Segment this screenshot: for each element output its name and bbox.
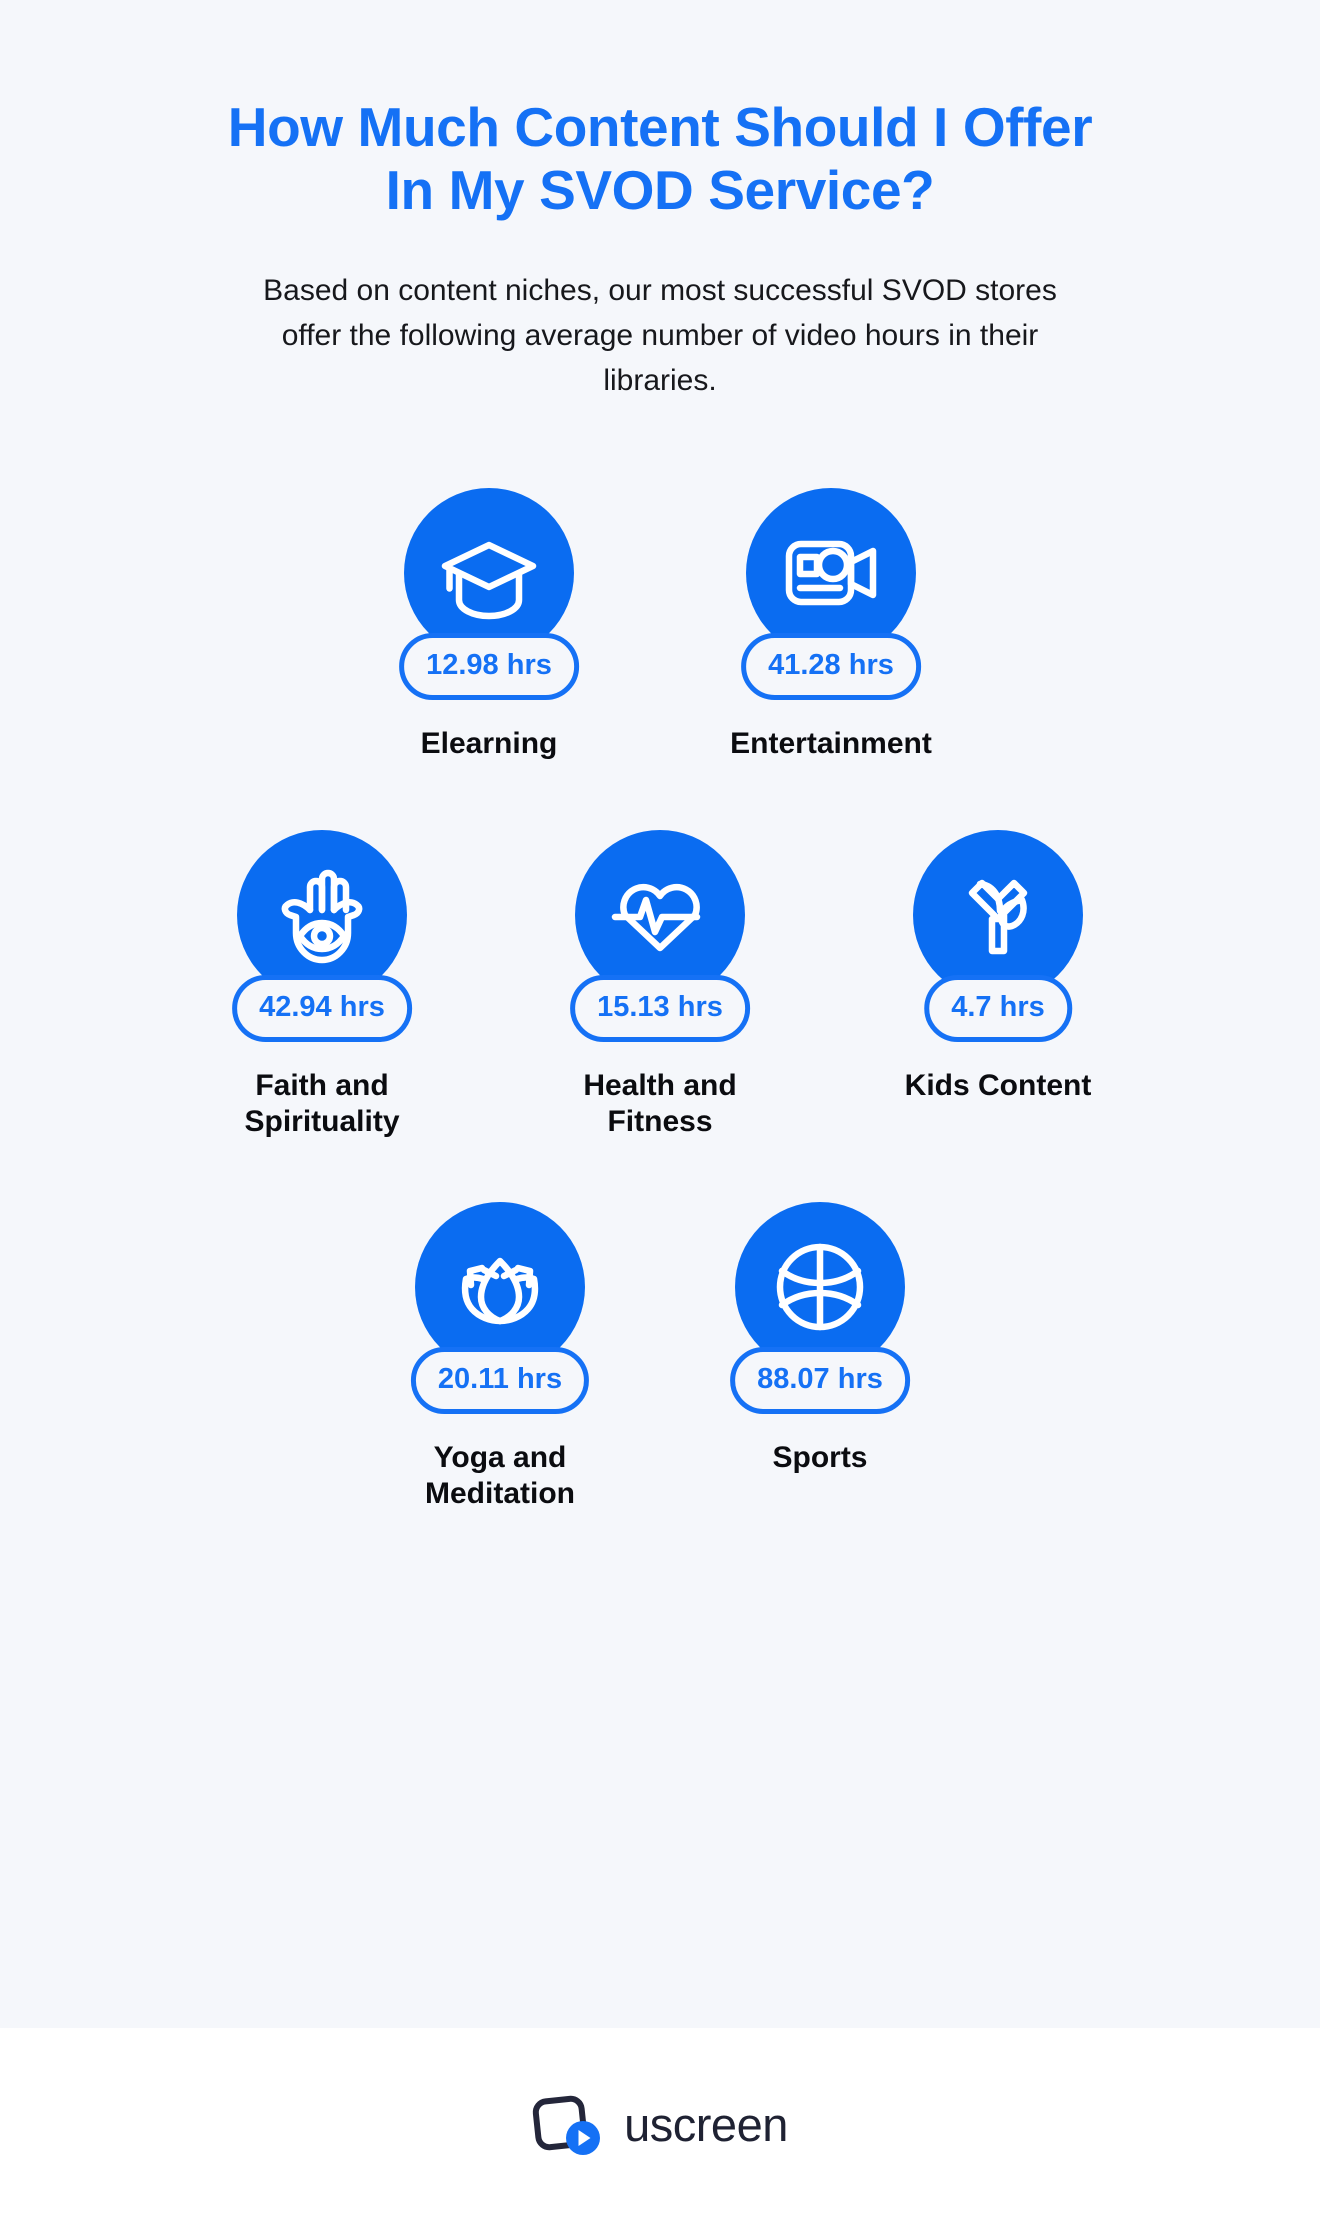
niche-icon-wrap: 42.94 hrs [232, 830, 412, 1043]
niche-label: Elearning [420, 727, 558, 761]
uscreen-play-logo-icon [532, 2095, 601, 2155]
niche-card-health-and-fitness: 15.13 hrs Health and Fitness [540, 830, 780, 1140]
niche-label: Health and Fitness [583, 1069, 737, 1139]
niche-icon-wrap: 20.11 hrs [410, 1202, 590, 1415]
value-badge: 20.11 hrs [410, 1347, 590, 1415]
niche-card-entertainment: 41.28 hrs Entertainment [711, 488, 951, 762]
niche-icon-wrap: 12.98 hrs [399, 488, 579, 701]
hamsa-hand-icon [281, 870, 363, 964]
value-badge: 42.94 hrs [232, 975, 412, 1043]
value-badge: 12.98 hrs [399, 633, 579, 701]
niche-label: Sports [772, 1441, 868, 1475]
niche-icon-wrap: 4.7 hrs [913, 830, 1083, 1043]
niche-card-faith-and-spirituality: 42.94 hrs Faith and Spirituality [202, 830, 442, 1140]
niche-row-1: 12.98 hrs Elearning 41.28 hrs Entertainm… [0, 488, 1320, 762]
infographic-canvas: How Much Content Should I Offer In My SV… [0, 0, 1320, 2028]
infographic-page: How Much Content Should I Offer In My SV… [0, 0, 1320, 2220]
niche-card-elearning: 12.98 hrs Elearning [369, 488, 609, 762]
niche-label: Kids Content [904, 1069, 1092, 1103]
niche-label: Yoga and Meditation [425, 1441, 575, 1511]
page-title: How Much Content Should I Offer In My SV… [227, 96, 1093, 221]
niche-card-sports: 88.07 hrs Sports [700, 1202, 940, 1476]
niche-icon-wrap: 88.07 hrs [730, 1202, 910, 1415]
niche-card-kids-content: 4.7 hrs Kids Content [878, 830, 1118, 1104]
lotus-flower-icon [461, 1258, 539, 1325]
niche-label: Entertainment [730, 727, 932, 761]
page-subtitle: Based on content niches, our most succes… [263, 274, 1057, 397]
graduation-cap-icon [441, 542, 537, 620]
niche-icon-wrap: 41.28 hrs [741, 488, 921, 701]
niche-label: Faith and Spirituality [244, 1069, 400, 1139]
value-badge: 41.28 hrs [741, 633, 921, 701]
uscreen-logo[interactable]: uscreen [532, 2091, 788, 2157]
niche-card-yoga-and-meditation: 20.11 hrs Yoga and Meditation [380, 1202, 620, 1512]
heart-pulse-icon [611, 884, 701, 952]
logo-wordmark: uscreen [624, 2097, 788, 2151]
value-badge: 88.07 hrs [730, 1347, 910, 1415]
footer-bar: uscreen [0, 2028, 1320, 2220]
niche-row-2: 42.94 hrs Faith and Spirituality 15.13 h… [0, 830, 1320, 1140]
niche-row-3: 20.11 hrs Yoga and Meditation 88.07 hrs [0, 1202, 1320, 1512]
value-badge: 15.13 hrs [570, 975, 750, 1043]
sprout-icon [968, 880, 1028, 955]
niche-icon-wrap: 15.13 hrs [570, 830, 750, 1043]
basketball-icon [776, 1244, 864, 1331]
value-badge: 4.7 hrs [924, 975, 1072, 1043]
video-camera-icon [785, 541, 877, 606]
